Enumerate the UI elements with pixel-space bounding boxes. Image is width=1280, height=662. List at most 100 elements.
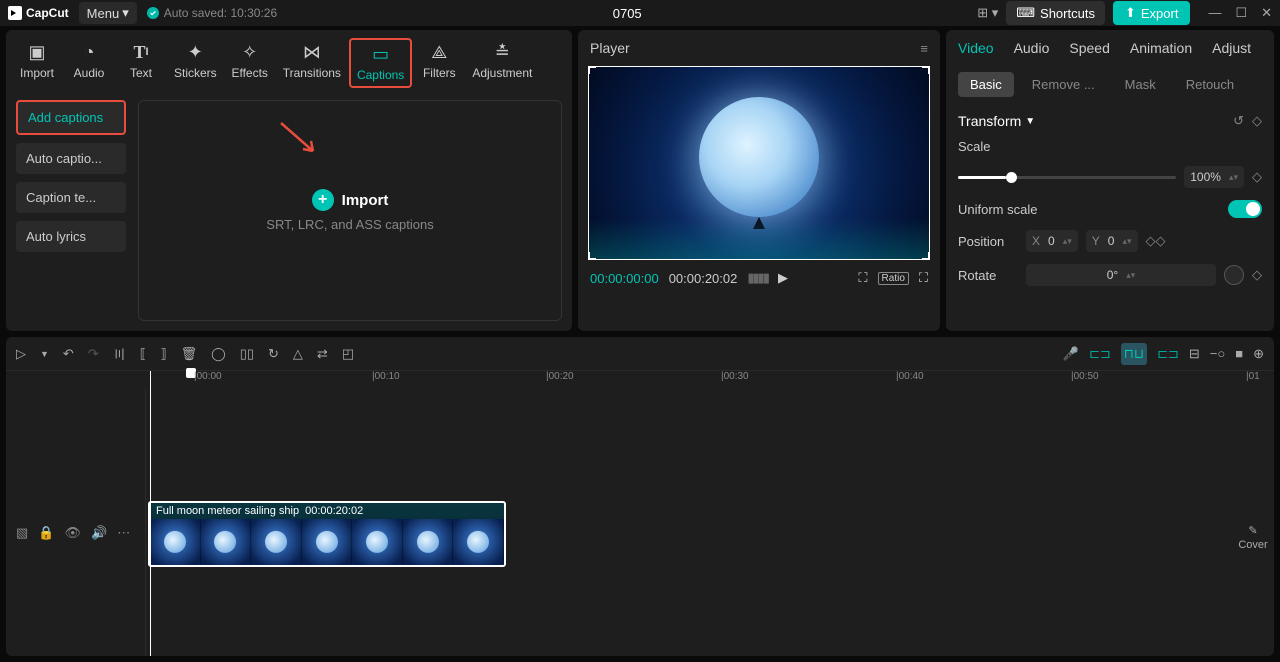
tab-text-label: Text xyxy=(130,66,152,80)
scale-keyframe-icon[interactable]: ◇ xyxy=(1252,169,1262,185)
crop-handle-tr[interactable] xyxy=(922,66,930,74)
subtab-basic[interactable]: Basic xyxy=(958,72,1014,97)
duplicate-tool[interactable]: ▯▯ xyxy=(240,346,254,362)
menu-button[interactable]: Menu ▾ xyxy=(79,2,137,24)
ruler-tick: |00:10 xyxy=(372,371,400,382)
preview-render-icon[interactable]: ■ xyxy=(1235,346,1243,361)
transform-header[interactable]: Transform ▼ xyxy=(958,113,1035,129)
refresh-tool[interactable]: ↻ xyxy=(268,346,279,362)
prop-tab-audio[interactable]: Audio xyxy=(1014,40,1050,62)
media-tabs: ▣Import ◔Audio TIText ✦Stickers ✧Effects… xyxy=(6,30,572,92)
arrange-icon[interactable]: ⊟ xyxy=(1189,346,1200,362)
shortcuts-button[interactable]: ⌨ Shortcuts xyxy=(1006,1,1105,25)
position-keyframe-icon[interactable]: ◇◇ xyxy=(1146,233,1166,249)
fullscreen-icon[interactable]: ⛶ xyxy=(919,270,928,286)
magnet-icon[interactable]: ⊓⊔ xyxy=(1121,343,1147,365)
tab-adjustment[interactable]: ≛Adjustment xyxy=(466,38,538,88)
sync-tool[interactable]: ⇄ xyxy=(317,346,328,362)
position-x-input[interactable]: X0▴▾ xyxy=(1026,230,1078,252)
duration-time: 00:00:20:02 xyxy=(669,271,738,286)
selection-dropdown[interactable]: ▼ xyxy=(40,349,49,359)
titlebar-right: ⊞ ▾ ⌨ Shortcuts ⬆ Export — ☐ ✕ xyxy=(977,1,1272,25)
ruler-tick: |00:40 xyxy=(896,371,924,382)
close-icon[interactable]: ✕ xyxy=(1261,5,1272,21)
rotate-dial[interactable] xyxy=(1224,265,1244,285)
play-button[interactable]: ▶ xyxy=(778,270,788,286)
uniform-scale-label: Uniform scale xyxy=(958,202,1037,217)
trim-right-tool[interactable]: ⟧ xyxy=(160,346,166,362)
export-button[interactable]: ⬆ Export xyxy=(1113,1,1190,25)
prop-tab-animation[interactable]: Animation xyxy=(1130,40,1192,62)
import-title: Import xyxy=(342,192,389,209)
rotate-keyframe-icon[interactable]: ◇ xyxy=(1252,267,1262,283)
rotate-input[interactable]: 0°▴▾ xyxy=(1026,264,1216,286)
subtab-mask[interactable]: Mask xyxy=(1113,72,1168,97)
tab-audio[interactable]: ◔Audio xyxy=(64,38,114,88)
tab-captions[interactable]: ▭Captions xyxy=(349,38,412,88)
prop-tab-adjust[interactable]: Adjust xyxy=(1212,40,1251,62)
crop-handle-tl[interactable] xyxy=(588,66,596,74)
player-menu-icon[interactable]: ≡ xyxy=(920,41,928,56)
ratio-button[interactable]: Ratio xyxy=(878,272,909,285)
track-mute-icon[interactable]: 🔊 xyxy=(91,525,107,541)
video-preview[interactable] xyxy=(588,66,930,260)
volume-bars-icon[interactable]: ▮▮▮▮ xyxy=(747,270,768,286)
prop-tab-video[interactable]: Video xyxy=(958,40,994,62)
project-title: 0705 xyxy=(287,6,967,21)
scale-slider[interactable] xyxy=(958,176,1176,179)
split-tool[interactable]: 〣 xyxy=(113,344,126,363)
minimize-icon[interactable]: — xyxy=(1208,5,1221,21)
sidebar-item-add-captions[interactable]: Add captions xyxy=(16,100,126,135)
tab-effects[interactable]: ✧Effects xyxy=(225,38,275,88)
subtab-remove[interactable]: Remove ... xyxy=(1020,72,1107,97)
keyframe-icon[interactable]: ◇ xyxy=(1252,113,1262,129)
undo-button[interactable]: ↶ xyxy=(63,346,74,362)
shortcuts-label: Shortcuts xyxy=(1040,6,1095,21)
delete-tool[interactable]: 🗑 xyxy=(181,346,198,362)
timeline-tracks[interactable]: Full moon meteor sailing ship 00:00:20:0… xyxy=(146,389,1274,656)
track-lock-icon[interactable]: 🔒 xyxy=(38,525,54,541)
crop-tool[interactable]: ◰ xyxy=(342,346,354,362)
crop-handle-br[interactable] xyxy=(922,252,930,260)
tab-transitions[interactable]: ⋈Transitions xyxy=(277,38,347,88)
maximize-icon[interactable]: ☐ xyxy=(1235,5,1247,21)
snap-left-icon[interactable]: ⊏⊐ xyxy=(1089,346,1111,362)
zoom-fit-icon[interactable]: ⊕ xyxy=(1253,346,1264,362)
check-icon xyxy=(147,7,159,19)
tab-text[interactable]: TIText xyxy=(116,38,166,88)
window-controls: — ☐ ✕ xyxy=(1208,5,1272,21)
properties-panel: Video Audio Speed Animation Adjust Basic… xyxy=(946,30,1274,331)
tab-import[interactable]: ▣Import xyxy=(12,38,62,88)
timeline-ruler[interactable]: |00:00 |00:10 |00:20 |00:30 |00:40 |00:5… xyxy=(186,371,1274,389)
snap-right-icon[interactable]: ⊏⊐ xyxy=(1157,346,1179,362)
playhead-line[interactable] xyxy=(150,371,151,656)
redo-button[interactable]: ↷ xyxy=(88,346,99,362)
mirror-tool[interactable]: △ xyxy=(293,346,303,362)
tab-stickers[interactable]: ✦Stickers xyxy=(168,38,223,88)
sidebar-item-caption-templates[interactable]: Caption te... xyxy=(16,182,126,213)
uniform-scale-toggle[interactable] xyxy=(1228,200,1262,218)
marker-tool[interactable]: ◯ xyxy=(211,346,226,362)
scale-input[interactable]: 100%▴▾ xyxy=(1184,166,1244,188)
import-captions-area[interactable]: + Import SRT, LRC, and ASS captions xyxy=(138,100,562,321)
sidebar-item-auto-lyrics[interactable]: Auto lyrics xyxy=(16,221,126,252)
track-collapse-icon[interactable]: ▧ xyxy=(16,525,28,541)
position-y-input[interactable]: Y0▴▾ xyxy=(1086,230,1138,252)
layout-icon[interactable]: ⊞ ▾ xyxy=(977,5,998,21)
crop-handle-bl[interactable] xyxy=(588,252,596,260)
player-panel: Player ≡ 00:00:00:00 00:00:20:02 ▮▮▮▮ ▶ … xyxy=(578,30,940,331)
fit-frame-icon[interactable]: ⛶ xyxy=(858,270,867,286)
selection-tool[interactable]: ▷ xyxy=(16,346,26,362)
prop-tab-speed[interactable]: Speed xyxy=(1069,40,1109,62)
track-more-icon[interactable]: ⋯ xyxy=(117,525,130,541)
sidebar-item-auto-captions[interactable]: Auto captio... xyxy=(16,143,126,174)
zoom-out-icon[interactable]: −○ xyxy=(1210,346,1225,361)
track-visible-icon[interactable]: 👁 xyxy=(64,525,81,541)
subtab-retouch[interactable]: Retouch xyxy=(1174,72,1246,97)
reset-icon[interactable]: ↺ xyxy=(1233,113,1244,129)
trim-left-tool[interactable]: ⟦ xyxy=(140,346,146,362)
video-clip[interactable]: Full moon meteor sailing ship 00:00:20:0… xyxy=(148,501,506,567)
tab-filters[interactable]: ⟁Filters xyxy=(414,38,464,88)
scale-slider-thumb[interactable] xyxy=(1006,172,1017,183)
mic-icon[interactable]: 🎤 xyxy=(1063,346,1079,362)
